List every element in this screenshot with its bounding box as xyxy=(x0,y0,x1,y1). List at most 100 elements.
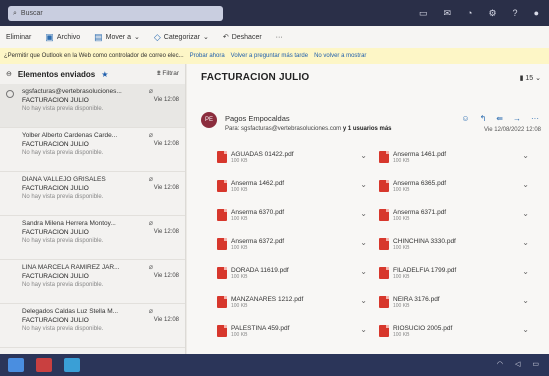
battery-icon[interactable]: ▭ xyxy=(532,360,539,368)
attachment-name: Anserma 1462.pdf xyxy=(231,179,285,187)
message-date: Vie 12:08 xyxy=(153,273,179,279)
top-icons: ▭ ✉ ◔ ⚙ ? ● xyxy=(419,7,539,19)
delete-button[interactable]: Eliminar xyxy=(6,34,31,41)
pdf-icon xyxy=(217,267,227,279)
categorize-button[interactable]: ◇ Categorizar ⌄ xyxy=(154,32,209,43)
forward-icon[interactable]: → xyxy=(513,114,521,123)
attachment-item[interactable]: RIOSUCIO 2005.pdf 100 KB ⌄ xyxy=(379,321,529,341)
filter-button[interactable]: ⩩ Filtrar xyxy=(157,70,179,78)
windows-icon[interactable] xyxy=(8,358,24,372)
message-preview: No hay vista previa disponible. xyxy=(22,106,104,112)
notice-bar: ¿Permitir que Outlook en la Web como con… xyxy=(0,48,549,64)
message-subject: FACTURACION JULIO Vie 12:08 xyxy=(22,317,179,324)
reply-icon[interactable]: ↰ xyxy=(480,114,487,123)
mail-icon[interactable]: ✉ xyxy=(443,7,451,19)
message-preview: No hay vista previa disponible. xyxy=(22,326,104,332)
chevron-down-icon[interactable]: ⌄ xyxy=(522,180,529,189)
attachment-size: 100 KB xyxy=(393,302,410,309)
attachment-item[interactable]: Anserma 1462.pdf 100 KB ⌄ xyxy=(217,176,367,196)
message-sender: DIANA VALLEJO GRISALES xyxy=(22,176,106,183)
chevron-down-icon[interactable]: ⌄ xyxy=(360,238,367,247)
volume-icon[interactable]: ◁ xyxy=(515,360,520,368)
attachment-name: RIOSUCIO 2005.pdf xyxy=(393,324,453,332)
attachment-item[interactable]: MANZANARES 1212.pdf 100 KB ⌄ xyxy=(217,292,367,312)
chevron-down-icon[interactable]: ⌄ xyxy=(360,267,367,276)
archive-icon: ▣ xyxy=(45,31,54,42)
chevron-down-icon[interactable]: ⌄ xyxy=(522,296,529,305)
chevron-down-icon[interactable]: ⌄ xyxy=(360,209,367,218)
attachment-item[interactable]: Anserma 6370.pdf 100 KB ⌄ xyxy=(217,205,367,225)
attachment-item[interactable]: Anserma 6365.pdf 100 KB ⌄ xyxy=(379,176,529,196)
pdf-icon xyxy=(379,180,389,192)
attachment-item[interactable]: Anserma 6371.pdf 100 KB ⌄ xyxy=(379,205,529,225)
search-box[interactable]: ⌕ Buscar xyxy=(8,6,223,21)
list-item[interactable]: sgsfacturas@vertebrasoluciones... ⌀ FACT… xyxy=(0,84,185,128)
recipient-line: Para: sgsfacturas@vertebrasoluciones.com… xyxy=(225,126,392,132)
message-date: Vie 12:08 xyxy=(153,97,179,103)
attachment-name: Anserma 6365.pdf xyxy=(393,179,447,187)
select-radio[interactable] xyxy=(6,90,14,98)
chevron-down-icon[interactable]: ⌄ xyxy=(522,238,529,247)
chevron-down-icon: ⌄ xyxy=(133,34,140,41)
thread-count[interactable]: ▮ 15 ⌄ xyxy=(520,74,541,82)
move-to-button[interactable]: ▤ Mover a ⌄ xyxy=(94,32,140,43)
chevron-down-icon[interactable]: ⌄ xyxy=(360,296,367,305)
attachment-size: 100 KB xyxy=(231,244,248,251)
favorite-star-icon[interactable]: ★ xyxy=(101,70,108,79)
chevron-down-icon[interactable]: ⌄ xyxy=(522,151,529,160)
attachment-item[interactable]: FILADELFIA 1799.pdf 100 KB ⌄ xyxy=(379,263,529,283)
reply-all-icon[interactable]: ⇚ xyxy=(496,114,503,123)
chevron-down-icon[interactable]: ⌄ xyxy=(522,209,529,218)
attachment-item[interactable]: PALESTINA 459.pdf 100 KB ⌄ xyxy=(217,321,367,341)
chevron-down-icon[interactable]: ⌄ xyxy=(360,151,367,160)
attachment-item[interactable]: AGUADAS 01422.pdf 100 KB ⌄ xyxy=(217,147,367,167)
archive-button[interactable]: ▣ Archivo xyxy=(45,32,80,43)
emoji-icon[interactable]: ☺ xyxy=(461,114,469,123)
search-icon: ⌕ xyxy=(13,9,17,17)
command-toolbar: Eliminar ▣ Archivo ▤ Mover a ⌄ ◇ Categorizar… xyxy=(0,26,549,48)
try-now-link[interactable]: Probar ahora xyxy=(190,53,225,59)
chevron-down-icon[interactable]: ⌄ xyxy=(360,180,367,189)
attachment-item[interactable]: Anserma 1461.pdf 100 KB ⌄ xyxy=(379,147,529,167)
top-bar: ⌕ Buscar ▭ ✉ ◔ ⚙ ? ● xyxy=(0,0,549,26)
pdf-icon xyxy=(379,209,389,221)
avatar-icon[interactable]: ● xyxy=(534,7,539,19)
chevron-down-icon[interactable]: ⌄ xyxy=(522,267,529,276)
collapse-icon[interactable]: ⊖ xyxy=(6,70,12,78)
more-recipients-link[interactable]: y 1 usuarios más xyxy=(343,126,392,132)
attachment-item[interactable]: Anserma 6372.pdf 100 KB ⌄ xyxy=(217,234,367,254)
list-item[interactable]: Yolber Alberto Cardenas Carde... ⌀ FACTU… xyxy=(0,128,185,172)
attachment-name: FILADELFIA 1799.pdf xyxy=(393,266,457,274)
message-subject: FACTURACION JULIO Vie 12:08 xyxy=(22,273,179,280)
pdf-icon xyxy=(379,296,389,308)
message-preview: No hay vista previa disponible. xyxy=(22,282,104,288)
list-item[interactable]: LINA MARCELA RAMIREZ JAR... ⌀ FACTURACIO… xyxy=(0,260,185,304)
message-sender: Yolber Alberto Cardenas Carde... xyxy=(22,132,118,139)
chevron-down-icon[interactable]: ⌄ xyxy=(360,325,367,334)
edge-icon[interactable] xyxy=(64,358,80,372)
gear-icon[interactable]: ⚙ xyxy=(488,7,496,19)
bell-icon[interactable]: ◔ xyxy=(467,7,472,19)
video-icon[interactable]: ▭ xyxy=(419,7,428,19)
list-item[interactable]: DIANA VALLEJO GRISALES ⌀ FACTURACION JUL… xyxy=(0,172,185,216)
never-show-link[interactable]: No volver a mostrar xyxy=(314,53,366,59)
wifi-icon[interactable]: ◠ xyxy=(497,360,503,368)
attachment-name: AGUADAS 01422.pdf xyxy=(231,150,294,158)
attachment-item[interactable]: DORADA 11619.pdf 100 KB ⌄ xyxy=(217,263,367,283)
more-icon[interactable]: ··· xyxy=(531,114,539,123)
taskview-icon[interactable] xyxy=(36,358,52,372)
message-preview: No hay vista previa disponible. xyxy=(22,194,104,200)
undo-button[interactable]: ↶ Deshacer xyxy=(223,33,262,42)
attachment-name: Anserma 6372.pdf xyxy=(231,237,285,245)
help-icon[interactable]: ? xyxy=(513,7,518,19)
list-item[interactable]: Sandra Milena Herrera Montoy... ⌀ FACTUR… xyxy=(0,216,185,260)
message-sender: LINA MARCELA RAMIREZ JAR... xyxy=(22,264,120,271)
ask-later-link[interactable]: Volver a preguntar más tarde xyxy=(231,53,308,59)
attachment-item[interactable]: NEIRA 3176.pdf 100 KB ⌄ xyxy=(379,292,529,312)
attachment-name: DORADA 11619.pdf xyxy=(231,266,289,274)
list-item[interactable]: Delegados Caldas Luz Stella M... ⌀ FACTU… xyxy=(0,304,185,348)
more-button[interactable]: ··· xyxy=(276,34,283,41)
chevron-down-icon[interactable]: ⌄ xyxy=(522,325,529,334)
attachment-name: Anserma 6371.pdf xyxy=(393,208,447,216)
attachment-item[interactable]: CHINCHINA 3330.pdf 100 KB ⌄ xyxy=(379,234,529,254)
